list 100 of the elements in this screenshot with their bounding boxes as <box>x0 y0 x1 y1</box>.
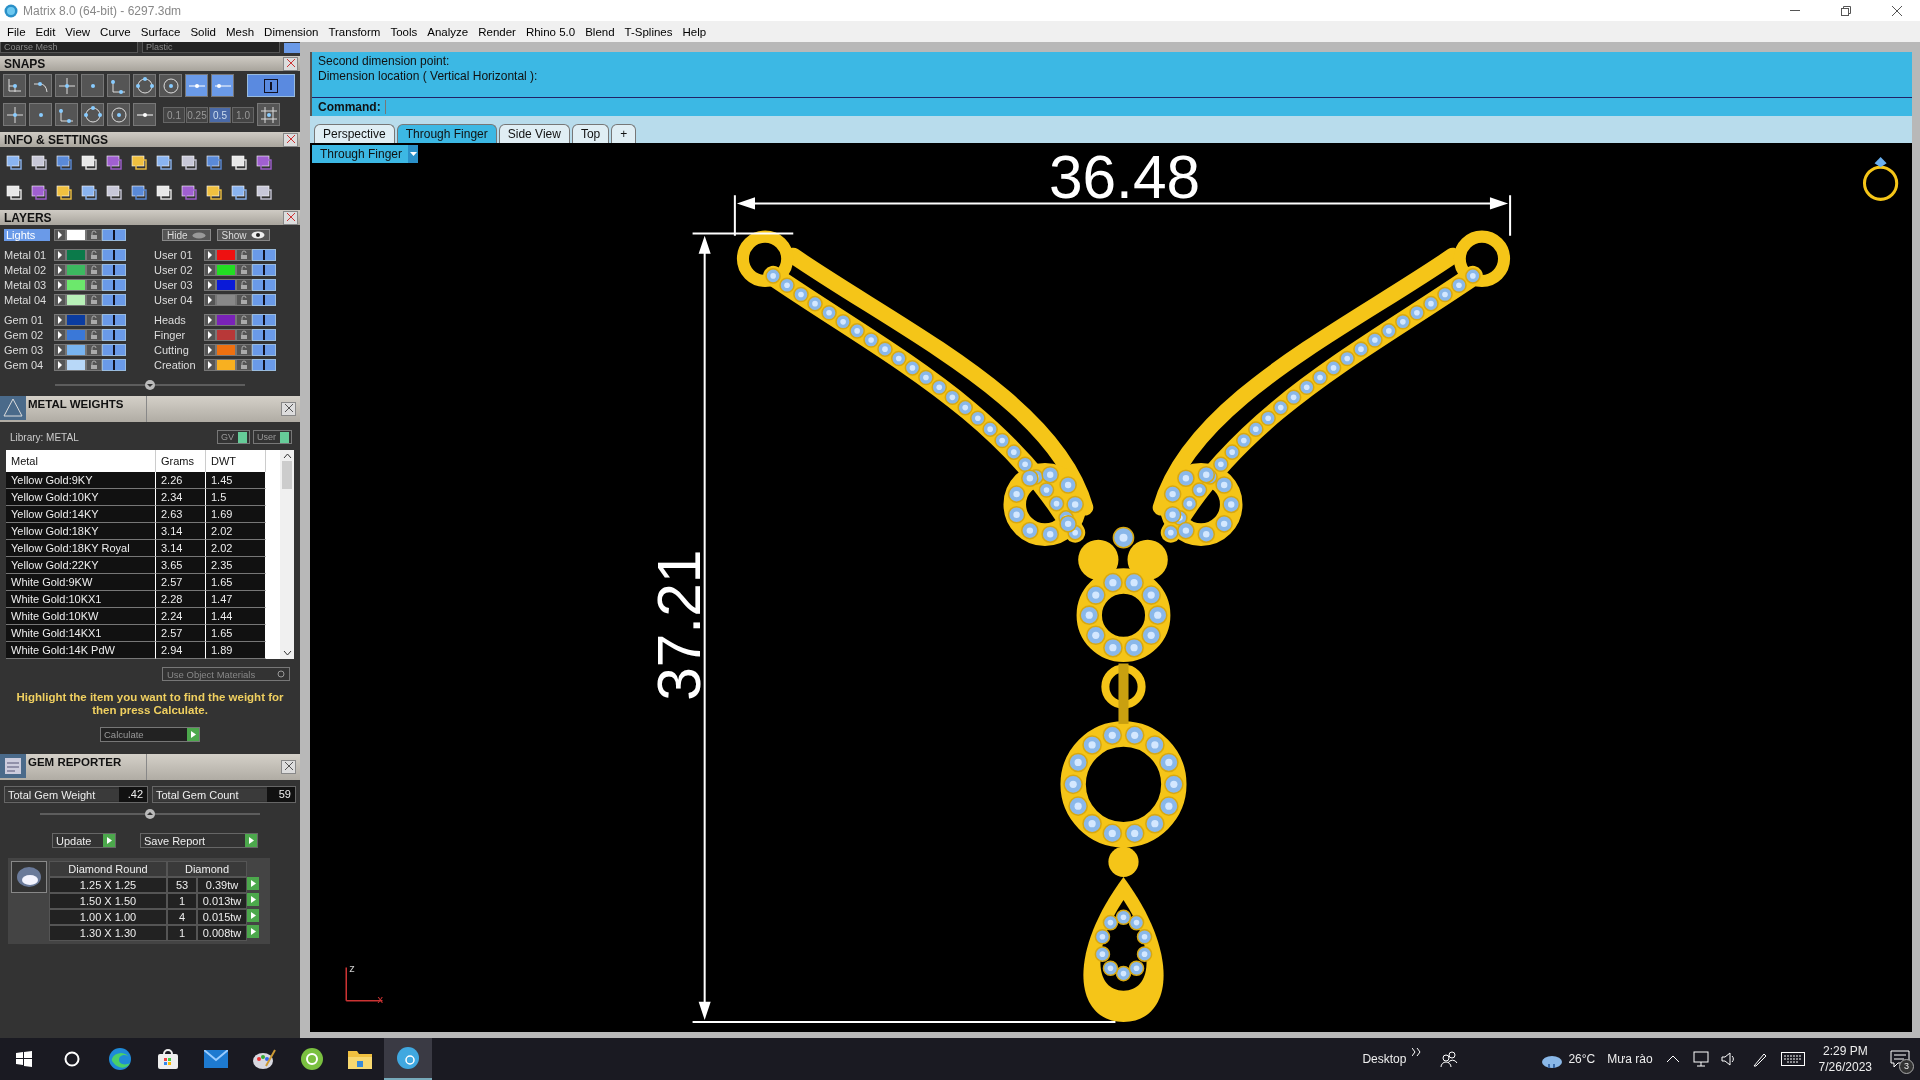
tool-icon[interactable] <box>4 182 24 202</box>
add-tab-button[interactable]: + <box>611 124 637 143</box>
view-dropdown[interactable]: Through Finger <box>312 145 419 163</box>
menu-item[interactable]: Help <box>677 25 712 38</box>
tool-icon[interactable] <box>54 182 74 202</box>
network-icon[interactable] <box>1692 1051 1709 1067</box>
snap-tool-icon[interactable] <box>29 103 52 126</box>
dropdown[interactable]: Coarse Mesh <box>0 42 138 53</box>
snap-tool-icon[interactable] <box>211 74 234 97</box>
tool-icon[interactable] <box>29 152 49 172</box>
menu-item[interactable]: Tools <box>385 25 423 38</box>
play-icon[interactable] <box>187 728 199 741</box>
people-icon[interactable] <box>1440 1051 1459 1067</box>
layer-color-swatch[interactable] <box>66 294 86 306</box>
table-cell[interactable]: 2.94 <box>156 642 206 659</box>
table-cell[interactable]: 2.57 <box>156 625 206 642</box>
tool-icon[interactable] <box>154 182 174 202</box>
radio-icon[interactable] <box>277 670 285 678</box>
snap-tool-icon[interactable] <box>107 74 130 97</box>
chevron-up-icon[interactable] <box>1666 1055 1679 1063</box>
layer-color-swatch[interactable] <box>66 329 86 341</box>
table-cell[interactable]: 2.26 <box>156 472 206 489</box>
snap-tool-icon[interactable] <box>133 103 156 126</box>
snap-tool-icon[interactable] <box>81 74 104 97</box>
table-cell[interactable]: 1.47 <box>206 591 266 608</box>
tool-icon[interactable] <box>79 152 99 172</box>
padlock-icon[interactable] <box>86 294 102 306</box>
tool-icon[interactable] <box>104 152 124 172</box>
increment-button[interactable]: 0.25 <box>186 106 208 123</box>
snap-tool-icon[interactable] <box>185 74 208 97</box>
chevron-icon[interactable] <box>1412 1048 1423 1056</box>
tool-icon[interactable] <box>104 182 124 202</box>
volume-icon[interactable] <box>1720 1051 1737 1067</box>
menu-item[interactable]: Surface <box>135 25 186 38</box>
table-cell[interactable]: Yellow Gold:10KY <box>6 489 156 506</box>
table-cell[interactable]: Yellow Gold:18KY Royal <box>6 540 156 557</box>
tool-icon[interactable] <box>254 152 274 172</box>
table-cell[interactable]: White Gold:9KW <box>6 574 156 591</box>
layer-color-swatch[interactable] <box>216 314 236 326</box>
layer-color-swatch[interactable] <box>216 264 236 276</box>
table-cell[interactable]: 2.24 <box>156 608 206 625</box>
menu-item[interactable]: Edit <box>30 25 61 38</box>
grid-snap-icon[interactable] <box>257 103 280 126</box>
closed-eye-icon[interactable] <box>191 231 206 239</box>
play-icon[interactable] <box>245 834 257 847</box>
play-icon[interactable] <box>247 925 259 938</box>
notification-icon[interactable] <box>1890 1050 1910 1068</box>
tool-icon[interactable] <box>179 152 199 172</box>
padlock-icon[interactable] <box>86 279 102 291</box>
padlock-icon[interactable] <box>86 229 102 241</box>
play-icon[interactable] <box>103 834 115 847</box>
tool-icon[interactable] <box>29 182 49 202</box>
tool-icon[interactable] <box>54 152 74 172</box>
padlock-icon[interactable] <box>236 249 252 261</box>
layer-color-swatch[interactable] <box>216 359 236 371</box>
table-cell[interactable]: 3.14 <box>156 540 206 557</box>
snap-tool-icon[interactable] <box>133 74 156 97</box>
update-button[interactable]: Update <box>52 833 116 848</box>
table-cell[interactable]: 1.65 <box>206 574 266 591</box>
visibility-toggle[interactable] <box>252 314 276 326</box>
caret-icon[interactable] <box>409 151 417 157</box>
viewport-tab[interactable]: Top <box>571 124 610 143</box>
tool-icon[interactable] <box>204 182 224 202</box>
toolbar-label[interactable]: Desktop <box>1356 1052 1413 1066</box>
visibility-toggle[interactable] <box>252 279 276 291</box>
library-toggle[interactable]: User <box>253 430 292 444</box>
visibility-toggle[interactable] <box>252 294 276 306</box>
menu-item[interactable]: View <box>60 25 96 38</box>
close-icon[interactable] <box>283 56 298 71</box>
collapse-handle-icon[interactable] <box>55 379 245 391</box>
pen-icon[interactable] <box>1750 1051 1767 1067</box>
visibility-toggle[interactable] <box>252 249 276 261</box>
ortho-icon[interactable] <box>264 78 278 93</box>
layer-color-swatch[interactable] <box>66 249 86 261</box>
padlock-icon[interactable] <box>86 314 102 326</box>
tool-icon[interactable] <box>229 152 249 172</box>
viewport-tab[interactable]: Perspective <box>314 124 395 143</box>
increment-button[interactable]: 0.1 <box>163 106 185 123</box>
menu-item[interactable]: Blend <box>580 25 620 38</box>
snap-tool-icon[interactable] <box>29 74 52 97</box>
padlock-icon[interactable] <box>236 264 252 276</box>
padlock-icon[interactable] <box>236 329 252 341</box>
hide-button[interactable]: Hide <box>162 229 211 241</box>
snap-tool-icon[interactable] <box>55 74 78 97</box>
table-cell[interactable]: 1.5 <box>206 489 266 506</box>
menu-item[interactable]: Mesh <box>221 25 260 38</box>
table-cell[interactable]: 1.89 <box>206 642 266 659</box>
snap-tool-icon[interactable] <box>159 74 182 97</box>
visibility-toggle[interactable] <box>102 314 126 326</box>
layer-color-swatch[interactable] <box>66 344 86 356</box>
close-icon[interactable] <box>283 132 298 147</box>
table-cell[interactable]: Yellow Gold:18KY <box>6 523 156 540</box>
eye-icon[interactable] <box>250 231 265 239</box>
visibility-toggle[interactable] <box>102 264 126 276</box>
padlock-icon[interactable] <box>86 264 102 276</box>
keyboard-icon[interactable] <box>1780 1052 1805 1066</box>
snap-tool-icon[interactable] <box>81 103 104 126</box>
table-cell[interactable]: 1.65 <box>206 625 266 642</box>
visibility-toggle[interactable] <box>102 329 126 341</box>
table-cell[interactable]: 2.63 <box>156 506 206 523</box>
